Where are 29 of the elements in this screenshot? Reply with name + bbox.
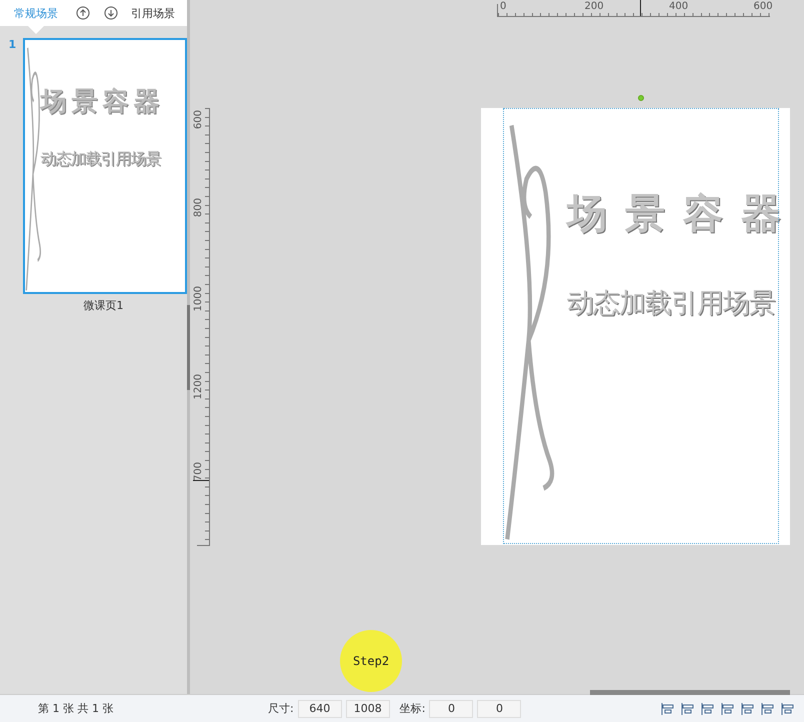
ruler-label: 0 [500, 1, 506, 12]
position-label: 坐标: [400, 701, 426, 716]
scene-tab[interactable]: 常规场景 [10, 6, 62, 20]
slide-name: 微课页1 [84, 298, 124, 313]
slide-number: 1 [8, 38, 18, 51]
slide-subtitle: 动态加载引用场景 [567, 287, 776, 321]
slide-subtitle: 动态加载引用场景 [40, 149, 160, 170]
ruler-label: 600 [193, 110, 204, 130]
slide-title: 场 景 容 器 [40, 86, 160, 119]
size-label: 尺寸: [268, 701, 294, 716]
panel-splitter-handle[interactable] [187, 305, 190, 390]
scene-tab[interactable]: 引用场景 [127, 6, 179, 20]
ruler-label: 1000 [193, 286, 204, 312]
align-left-icon[interactable] [660, 700, 676, 716]
step-annotation: Step2 [340, 630, 402, 692]
ruler-label: 800 [193, 198, 204, 218]
slide-title: 场 景 容 器 [567, 190, 783, 239]
ruler-label: 1200 [193, 374, 204, 400]
ruler-label: 200 [584, 1, 604, 12]
ruler-label: 700 [193, 462, 204, 482]
y-field[interactable]: 0 [477, 700, 522, 718]
x-field[interactable]: 0 [429, 700, 474, 718]
page-count: 第 1 张 共 1 张 [38, 701, 114, 716]
width-field[interactable]: 640 [298, 700, 342, 718]
ruler-label: 600 [754, 1, 773, 12]
rotate-handle[interactable] [638, 95, 644, 101]
height-field[interactable]: 1008 [346, 700, 390, 718]
horizontal-scrollbar[interactable] [590, 690, 790, 695]
ruler-label: 400 [669, 1, 688, 12]
